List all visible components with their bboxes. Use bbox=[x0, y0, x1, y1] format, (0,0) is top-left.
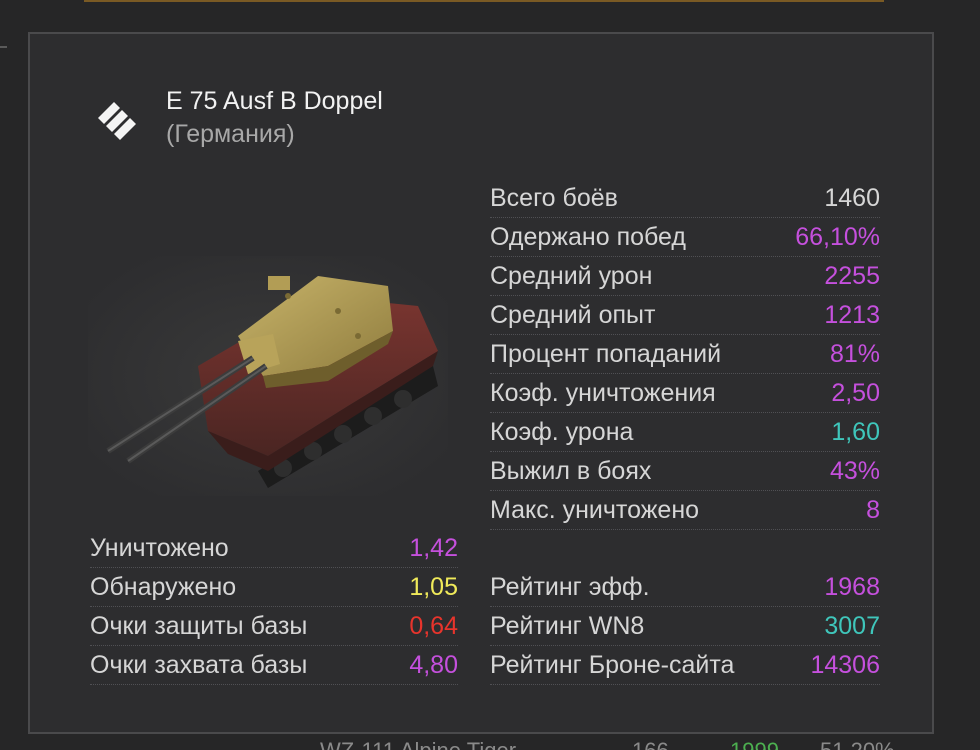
stat-label: Макс. уничтожено bbox=[490, 496, 700, 524]
rating-label: Рейтинг эфф. bbox=[490, 573, 650, 601]
chevron-stripes-icon bbox=[98, 102, 136, 140]
stat-row-capture-points: Очки захвата базы 4,80 bbox=[90, 647, 458, 685]
background-winrate: 51,20% bbox=[820, 738, 895, 750]
stat-value: 66,10% bbox=[795, 223, 880, 251]
background-tank-name: WZ-111 Alpine Tiger bbox=[320, 738, 516, 750]
stat-value: 1,05 bbox=[409, 573, 458, 601]
tank-nation: (Германия) bbox=[166, 120, 295, 148]
stat-row-kill-ratio: Коэф. уничтожения 2,50 bbox=[490, 375, 880, 413]
vehicle-stats-tooltip: E 75 Ausf B Doppel (Германия) Всего боёв… bbox=[28, 32, 934, 734]
rating-label: Рейтинг Броне-сайта bbox=[490, 651, 735, 679]
stat-value: 1460 bbox=[824, 184, 880, 212]
rating-row-efficiency: Рейтинг эфф. 1968 bbox=[490, 569, 880, 607]
rating-value: 3007 bbox=[824, 612, 880, 640]
rating-value: 1968 bbox=[824, 573, 880, 601]
rating-row-armor-site: Рейтинг Броне-сайта 14306 bbox=[490, 647, 880, 685]
top-divider bbox=[84, 0, 884, 2]
stat-value: 1,42 bbox=[409, 534, 458, 562]
stat-value: 4,80 bbox=[409, 651, 458, 679]
rating-label: Рейтинг WN8 bbox=[490, 612, 645, 640]
stat-value: 2,50 bbox=[831, 379, 880, 407]
stat-label: Коэф. уничтожения bbox=[490, 379, 716, 407]
stat-label: Уничтожено bbox=[90, 534, 229, 562]
stat-row-damage-ratio: Коэф. урона 1,60 bbox=[490, 414, 880, 452]
stat-label: Одержано побед bbox=[490, 223, 686, 251]
background-table-row: WZ-111 Alpine Tiger 166 1999 51,20% bbox=[40, 738, 960, 750]
stat-value: 1213 bbox=[824, 301, 880, 329]
rating-row-wn8: Рейтинг WN8 3007 bbox=[490, 608, 880, 646]
stat-label: Процент попаданий bbox=[490, 340, 722, 368]
left-edge-tick bbox=[0, 46, 7, 48]
background-wn8: 1999 bbox=[730, 738, 779, 750]
stat-row-battles: Всего боёв 1460 bbox=[490, 180, 880, 218]
stat-value: 43% bbox=[829, 457, 880, 485]
stat-label: Всего боёв bbox=[490, 184, 618, 212]
stat-label: Очки защиты базы bbox=[90, 612, 308, 640]
tank-name: E 75 Ausf B Doppel bbox=[166, 87, 383, 115]
stat-value: 81% bbox=[829, 340, 880, 368]
stat-value: 2255 bbox=[824, 262, 880, 290]
stat-label: Коэф. урона bbox=[490, 418, 634, 446]
stat-row-destroyed: Уничтожено 1,42 bbox=[90, 530, 458, 568]
stat-row-avg-damage: Средний урон 2255 bbox=[490, 258, 880, 296]
stat-label: Очки захвата базы bbox=[90, 651, 308, 679]
background-battles: 166 bbox=[632, 738, 669, 750]
tank-image bbox=[88, 256, 448, 496]
tooltip-header: E 75 Ausf B Doppel (Германия) bbox=[94, 86, 383, 152]
stat-row-defense-points: Очки защиты базы 0,64 bbox=[90, 608, 458, 646]
stat-label: Обнаружено bbox=[90, 573, 237, 601]
stat-row-survived: Выжил в боях 43% bbox=[490, 453, 880, 491]
rating-value: 14306 bbox=[810, 651, 880, 679]
stat-row-wins: Одержано побед 66,10% bbox=[490, 219, 880, 257]
stat-row-avg-xp: Средний опыт 1213 bbox=[490, 297, 880, 335]
stat-value: 0,64 bbox=[409, 612, 458, 640]
stat-row-hit-rate: Процент попаданий 81% bbox=[490, 336, 880, 374]
stat-row-max-kills: Макс. уничтожено 8 bbox=[490, 492, 880, 530]
stat-label: Средний урон bbox=[490, 262, 653, 290]
stat-value: 8 bbox=[866, 496, 880, 524]
stat-label: Выжил в боях bbox=[490, 457, 652, 485]
stat-label: Средний опыт bbox=[490, 301, 656, 329]
stat-value: 1,60 bbox=[831, 418, 880, 446]
stat-row-spotted: Обнаружено 1,05 bbox=[90, 569, 458, 607]
